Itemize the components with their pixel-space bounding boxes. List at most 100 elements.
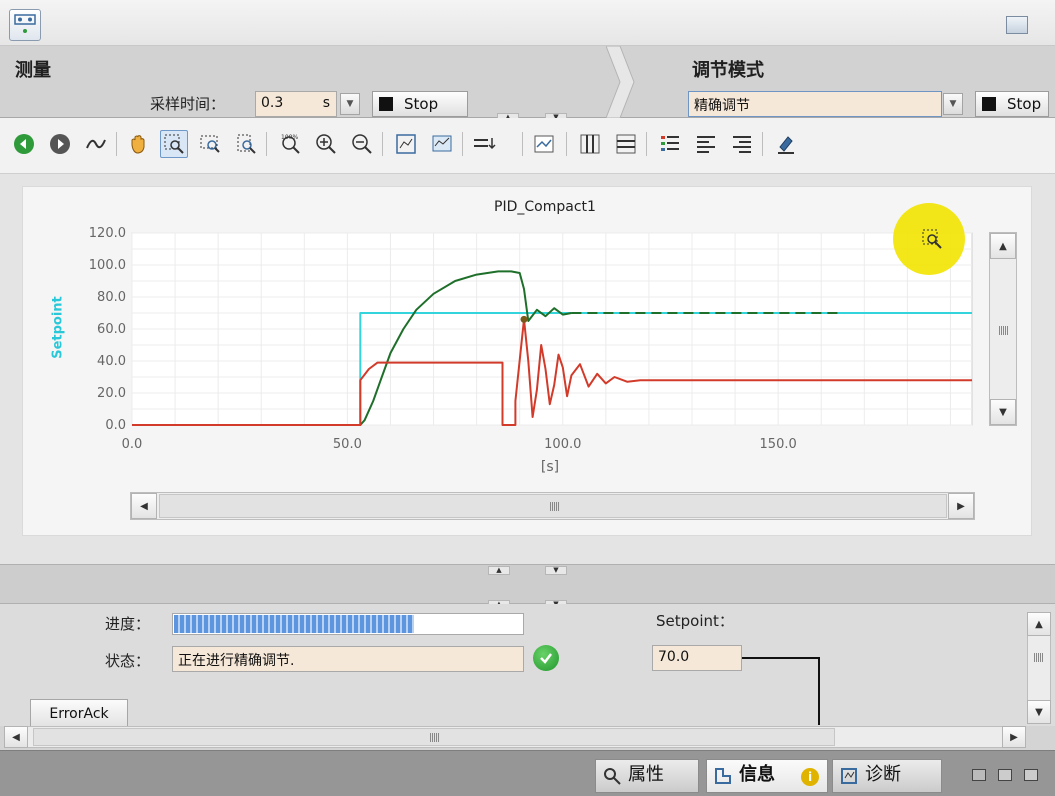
y-tick-label: 100.0 (89, 258, 126, 273)
top-bar (0, 0, 1055, 46)
scroll-down-button[interactable]: ▼ (1027, 700, 1051, 724)
scroll-left-button[interactable]: ◀ (131, 493, 157, 519)
tab-info[interactable]: 信息 i (706, 759, 828, 793)
sample-time-field[interactable]: 0.3 s (255, 91, 337, 117)
tuning-mode-select[interactable]: 精确调节 (688, 91, 942, 117)
toolbar-separator (522, 132, 523, 156)
trend-toolbar: 100% (0, 118, 1055, 174)
scroll-right-button[interactable]: ▶ (1002, 726, 1026, 748)
legend-color-icon[interactable] (656, 130, 684, 158)
scroll-grip[interactable] (430, 733, 439, 742)
connection-line (742, 657, 820, 659)
y-tick-label: 20.0 (97, 386, 126, 401)
tuning-status-panel (0, 604, 1055, 726)
curve-icon[interactable] (82, 130, 110, 158)
scroll-grip[interactable] (550, 502, 559, 511)
tuning-stop-button[interactable]: Stop (975, 91, 1049, 117)
forward-icon[interactable] (46, 130, 74, 158)
trend-icon[interactable] (530, 130, 558, 158)
tuning-mode-dropdown-button[interactable]: ▼ (943, 93, 963, 115)
tuning-mode-title: 调节模式 (692, 60, 764, 81)
window-restore-icon[interactable] (972, 769, 986, 781)
sample-time-unit: s (322, 95, 330, 111)
align-left-icon[interactable] (692, 130, 720, 158)
y-tick-label: 80.0 (97, 290, 126, 305)
collapse-down-nub[interactable]: ▼ (545, 566, 567, 575)
align-right-icon[interactable] (728, 130, 756, 158)
zoom-y-icon[interactable] (232, 130, 260, 158)
window-maximize-icon[interactable] (1024, 769, 1038, 781)
diagnostics-icon (841, 768, 857, 784)
back-icon[interactable] (10, 130, 38, 158)
section-chevron (606, 46, 635, 118)
y-tick-label: 120.0 (89, 226, 126, 241)
scroll-left-button[interactable]: ◀ (4, 726, 28, 748)
scroll-thumb[interactable] (159, 494, 947, 518)
crossing-point-marker (520, 315, 528, 323)
zoom-box-cursor-icon (922, 229, 942, 249)
scroll-grip[interactable] (999, 326, 1008, 335)
vertical-ruler-icon[interactable] (576, 130, 604, 158)
chart-vertical-scrollbar[interactable]: ▲ ▼ (989, 232, 1017, 426)
status-value: 正在进行精确调节. (178, 653, 295, 669)
reset-zoom-icon[interactable]: 100% (276, 130, 304, 158)
trend-plot[interactable]: 0.0 20.0 40.0 60.0 80.0 100.0 120.0 0.0 50.0 100.… (40, 220, 980, 455)
chart-title: PID_Compact1 (494, 199, 596, 215)
tab-info-label: 信息 (739, 764, 775, 785)
fit-icon[interactable] (392, 130, 420, 158)
scroll-up-button[interactable]: ▲ (990, 233, 1016, 259)
toolbar-separator (566, 132, 567, 156)
pid-app-icon[interactable] (9, 9, 41, 41)
panel-splitter[interactable] (0, 564, 1055, 604)
measurement-stop-label: Stop (404, 95, 439, 113)
scale-icon[interactable] (428, 130, 456, 158)
svg-text:100%: 100% (281, 134, 298, 141)
horizontal-ruler-icon[interactable] (612, 130, 640, 158)
sample-time-label: 采样时间： (150, 95, 226, 113)
status-label: 状态： (105, 652, 151, 670)
sample-time-value: 0.3 (261, 95, 284, 111)
collapse-up-nub[interactable]: ▲ (488, 566, 510, 575)
window-dock-icon[interactable] (1006, 16, 1028, 34)
tuning-progress-bar (172, 613, 524, 635)
toolbar-separator (462, 132, 463, 156)
scroll-thumb[interactable] (33, 728, 835, 746)
zoom-box-icon[interactable] (160, 130, 188, 158)
pen-icon[interactable] (772, 130, 800, 158)
info-badge-icon: i (801, 768, 819, 786)
zoom-x-icon[interactable] (196, 130, 224, 158)
status-field: 正在进行精确调节. (172, 646, 524, 672)
y-tick-label: 40.0 (97, 354, 126, 369)
scroll-up-button[interactable]: ▲ (1027, 612, 1051, 636)
window-tile-icon[interactable] (998, 769, 1012, 781)
setpoint-field[interactable]: 70.0 (652, 645, 742, 671)
x-tick-label: 100.0 (544, 437, 581, 452)
x-tick-label: 150.0 (760, 437, 797, 452)
toolbar-separator (762, 132, 763, 156)
connection-line (818, 657, 820, 725)
progress-label: 进度： (105, 615, 151, 633)
export-icon[interactable] (472, 130, 500, 158)
errorack-label: ErrorAck (49, 706, 109, 722)
measurement-stop-button[interactable]: Stop (372, 91, 468, 117)
panel-vertical-scrollbar[interactable]: ▲ ▼ (1027, 612, 1051, 724)
scroll-grip[interactable] (1034, 653, 1043, 662)
toolbar-separator (116, 132, 117, 156)
scroll-right-button[interactable]: ▶ (948, 493, 974, 519)
x-tick-label: 0.0 (122, 437, 143, 452)
scroll-down-button[interactable]: ▼ (990, 399, 1016, 425)
y-tick-label: 0.0 (105, 418, 126, 433)
chart-horizontal-scrollbar[interactable]: ◀ ▶ (130, 492, 975, 520)
x-tick-label: 50.0 (333, 437, 362, 452)
zoom-out-icon[interactable] (348, 130, 376, 158)
properties-icon (604, 768, 621, 785)
tab-properties[interactable]: 属性 (595, 759, 699, 793)
sample-time-dropdown-button[interactable]: ▼ (340, 93, 360, 115)
zoom-in-icon[interactable] (312, 130, 340, 158)
errorack-tab[interactable]: ErrorAck (30, 699, 128, 727)
tab-diagnostics[interactable]: 诊断 (832, 759, 942, 793)
pan-hand-icon[interactable] (124, 130, 152, 158)
inspector-tab-bar: 属性 信息 i 诊断 (0, 750, 1055, 796)
panel-horizontal-scrollbar[interactable]: ◀ ▶ (4, 726, 1026, 748)
toolbar-separator (266, 132, 267, 156)
